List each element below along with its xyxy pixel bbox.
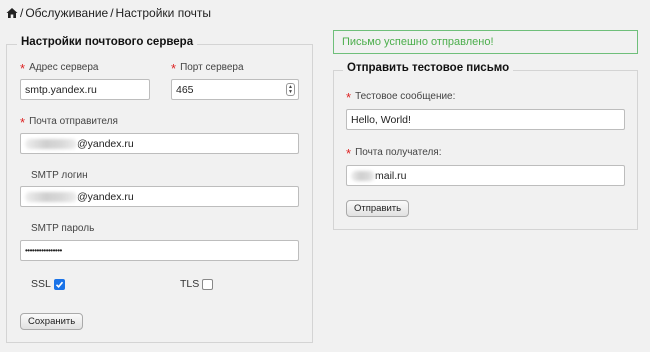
- redacted-username: [25, 138, 77, 149]
- test-mail-legend: Отправить тестовое письмо: [343, 62, 514, 74]
- redacted-username: [351, 170, 375, 181]
- server-host-label: * Адрес сервера: [20, 60, 99, 76]
- test-message-label: * Тестовое сообщение:: [346, 89, 456, 105]
- recipient-email-label: * Почта получателя:: [346, 145, 442, 161]
- breadcrumb-item-maintenance[interactable]: Обслуживание: [25, 6, 108, 20]
- ssl-checkbox[interactable]: [53, 278, 65, 290]
- port-spinner-icon[interactable]: ▲ ▼: [286, 83, 295, 96]
- tls-checkbox[interactable]: [202, 278, 214, 290]
- server-port-value: 465: [176, 83, 194, 96]
- breadcrumb-item-mail-settings: Настройки почты: [115, 6, 212, 20]
- sender-email-domain: @yandex.ru: [77, 137, 134, 150]
- smtp-login-input[interactable]: @yandex.ru: [20, 186, 299, 207]
- required-mark: *: [20, 60, 26, 76]
- smtp-login-domain: @yandex.ru: [77, 190, 134, 203]
- smtp-login-label: SMTP логин: [31, 170, 88, 181]
- server-host-input[interactable]: smtp.yandex.ru: [20, 79, 150, 100]
- test-message-label-text: Тестовое сообщение:: [355, 91, 456, 102]
- sender-email-label-text: Почта отправителя: [29, 116, 118, 127]
- tls-label: TLS: [180, 278, 200, 290]
- breadcrumb-separator: /: [110, 6, 114, 20]
- tls-option[interactable]: TLS: [180, 278, 214, 290]
- redacted-username: [25, 191, 77, 202]
- required-mark: *: [171, 60, 177, 76]
- save-button[interactable]: Сохранить: [20, 313, 84, 330]
- breadcrumb: / Обслуживание / Настройки почты: [6, 6, 211, 20]
- send-button[interactable]: Отправить: [346, 200, 410, 217]
- smtp-password-label: SMTP пароль: [31, 223, 95, 234]
- recipient-email-input[interactable]: mail.ru: [346, 165, 625, 186]
- server-port-label: * Порт сервера: [171, 60, 244, 76]
- server-port-input[interactable]: 465 ▲ ▼: [171, 79, 299, 100]
- home-icon[interactable]: [6, 7, 18, 19]
- test-message-input[interactable]: Hello, World!: [346, 109, 625, 130]
- ssl-label: SSL: [31, 278, 51, 290]
- sender-email-input[interactable]: @yandex.ru: [20, 133, 299, 154]
- success-alert: Письмо успешно отправлено!: [333, 30, 638, 54]
- smtp-password-input[interactable]: ••••••••••••••••: [20, 240, 299, 261]
- required-mark: *: [346, 145, 352, 161]
- checkmark-icon: [55, 281, 63, 288]
- ssl-option[interactable]: SSL: [31, 278, 65, 290]
- server-host-label-text: Адрес сервера: [29, 62, 99, 73]
- sender-email-label: * Почта отправителя: [20, 114, 118, 130]
- required-mark: *: [20, 114, 26, 130]
- breadcrumb-separator: /: [20, 6, 24, 20]
- recipient-email-label-text: Почта получателя:: [355, 147, 442, 158]
- required-mark: *: [346, 89, 352, 105]
- server-settings-legend: Настройки почтового сервера: [17, 36, 198, 48]
- recipient-email-domain: mail.ru: [375, 169, 407, 182]
- server-port-label-text: Порт сервера: [180, 62, 244, 73]
